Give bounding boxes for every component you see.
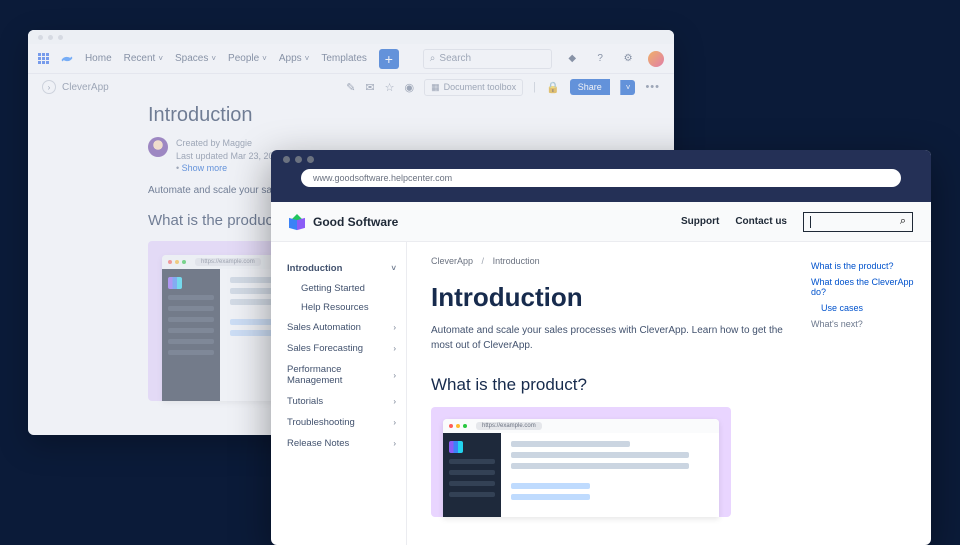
user-avatar[interactable] <box>648 51 664 67</box>
sidebar-item[interactable]: Sales Automation› <box>287 317 400 338</box>
app-switcher-icon[interactable] <box>38 53 49 64</box>
chevron-down-icon: ˅ <box>305 54 310 63</box>
cube-logo-icon <box>289 214 305 230</box>
brand-name: Good Software <box>313 215 398 229</box>
nav-spaces[interactable]: Spaces˅ <box>175 53 216 64</box>
chevron-icon: › <box>393 371 396 380</box>
brand-logo[interactable]: Good Software <box>289 214 398 230</box>
sidebar-item[interactable]: Performance Management› <box>287 359 400 391</box>
chevron-icon: › <box>393 397 396 406</box>
chevron-down-icon: ˅ <box>262 54 267 63</box>
app-logo-icon <box>168 277 182 289</box>
helpcenter-titlebar: www.goodsoftware.helpcenter.com <box>271 150 931 202</box>
created-by: Created by Maggie <box>176 137 289 150</box>
breadcrumb[interactable]: CleverApp <box>62 82 109 93</box>
article-intro: Automate and scale your sales processes … <box>431 323 793 353</box>
preview-url: https://example.com <box>195 258 261 266</box>
star-icon[interactable]: ☆ <box>385 81 395 94</box>
address-bar[interactable]: www.goodsoftware.helpcenter.com <box>301 169 901 187</box>
help-icon[interactable]: ? <box>592 51 608 67</box>
nav-people[interactable]: People˅ <box>228 53 267 64</box>
preview-url: https://example.com <box>476 422 542 430</box>
confluence-logo-icon[interactable] <box>61 53 73 65</box>
app-logo-icon <box>449 441 463 453</box>
toc-item[interactable]: What is the product? <box>811 258 915 274</box>
confluence-titlebar <box>28 30 674 44</box>
crumb-current: Introduction <box>493 256 540 266</box>
article: CleverApp / Introduction Introduction Au… <box>431 256 793 545</box>
search-input[interactable]: ⌕ <box>803 212 913 232</box>
sidebar-nav: Introduction˅Getting StartedHelp Resourc… <box>271 242 407 545</box>
table-of-contents: What is the product?What does the Clever… <box>811 256 915 545</box>
sidebar-item[interactable]: Introduction˅ <box>287 258 400 279</box>
nav-support[interactable]: Support <box>681 216 719 227</box>
search-icon: ⌕ <box>900 215 906 228</box>
nav-templates[interactable]: Templates <box>321 53 367 64</box>
chevron-down-icon: ˅ <box>211 54 216 63</box>
comment-icon[interactable]: ✉ <box>365 81 374 94</box>
sidebar-item[interactable]: Getting Started <box>287 279 400 298</box>
notifications-icon[interactable]: ◆ <box>564 51 580 67</box>
search-icon: ⌕ <box>430 53 436 64</box>
page-toolbar: › CleverApp ✎ ✉ ☆ ◉ ▦Document toolbox | … <box>28 74 674 100</box>
chevron-icon: › <box>393 439 396 448</box>
nav-recent[interactable]: Recent˅ <box>124 53 163 64</box>
document-toolbox-button[interactable]: ▦Document toolbox <box>424 79 523 96</box>
toc-item[interactable]: What's next? <box>811 316 915 332</box>
sidebar-item[interactable]: Tutorials› <box>287 391 400 412</box>
search-placeholder: Search <box>439 53 545 64</box>
author-avatar[interactable] <box>148 137 168 157</box>
site-header: Good Software Support Contact us ⌕ <box>271 202 931 242</box>
sidebar-item[interactable]: Release Notes› <box>287 433 400 454</box>
crumb-parent[interactable]: CleverApp <box>431 256 473 266</box>
nav-contact[interactable]: Contact us <box>735 216 787 227</box>
nav-apps[interactable]: Apps˅ <box>279 53 309 64</box>
edit-icon[interactable]: ✎ <box>346 81 355 94</box>
helpcenter-window: www.goodsoftware.helpcenter.com Good Sof… <box>271 150 931 545</box>
chevron-icon: › <box>393 418 396 427</box>
settings-gear-icon[interactable]: ⚙ <box>620 51 636 67</box>
embedded-preview: https://example.com <box>431 407 731 517</box>
watch-icon[interactable]: ◉ <box>405 81 415 94</box>
create-button[interactable]: + <box>379 49 399 69</box>
toc-item[interactable]: Use cases <box>811 300 915 316</box>
share-button[interactable]: Share <box>570 79 610 95</box>
toc-item[interactable]: What does the CleverApp do? <box>811 274 915 300</box>
sidebar-item[interactable]: Help Resources <box>287 298 400 317</box>
chevron-down-icon: ˅ <box>158 54 163 63</box>
search-input[interactable]: ⌕ Search <box>423 49 552 69</box>
window-controls[interactable] <box>271 150 931 169</box>
confluence-nav: Home Recent˅ Spaces˅ People˅ Apps˅ Templ… <box>28 44 674 74</box>
restrictions-lock-icon[interactable]: 🔒 <box>546 81 560 94</box>
text-cursor <box>810 216 811 228</box>
sidebar-item[interactable]: Sales Forecasting› <box>287 338 400 359</box>
chevron-icon: › <box>393 344 396 353</box>
page-title: Introduction <box>148 104 674 127</box>
show-more-link[interactable]: Show more <box>182 163 228 173</box>
nav-home[interactable]: Home <box>85 53 112 64</box>
expand-sidebar-icon[interactable]: › <box>42 80 56 94</box>
more-actions-icon[interactable]: ••• <box>645 81 660 93</box>
share-dropdown[interactable]: ˅ <box>620 80 636 95</box>
sidebar-item[interactable]: Troubleshooting› <box>287 412 400 433</box>
article-section-heading: What is the product? <box>431 375 793 395</box>
article-title: Introduction <box>431 282 793 313</box>
chevron-icon: › <box>393 323 396 332</box>
breadcrumbs: CleverApp / Introduction <box>431 256 793 266</box>
chevron-icon: ˅ <box>391 264 396 273</box>
